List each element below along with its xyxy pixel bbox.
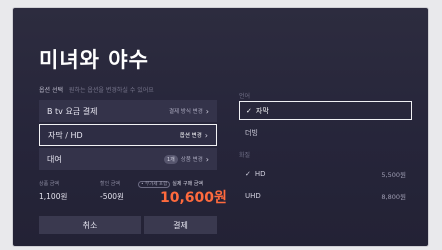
subtitle-quality-label: 자막 / HD: [48, 130, 83, 140]
total-block: • 부가세 포함 실제 구매 금액 10,600원: [138, 180, 227, 207]
check-icon: ✓: [245, 169, 251, 178]
rental-label: 대여: [47, 154, 62, 164]
pay-button[interactable]: 결제: [144, 216, 217, 234]
rental-count-badge: 1개: [164, 154, 178, 164]
language-option-subtitle[interactable]: ✓ 자막: [239, 101, 412, 120]
discount-block: 할인 금액 -500원: [100, 180, 124, 202]
cancel-button[interactable]: 취소: [39, 216, 141, 234]
subtitle-quality-action-text: 옵션 변경: [179, 133, 202, 139]
discount-value: -500원: [100, 192, 124, 201]
rental-action: 1개 상품 변경 ›: [164, 154, 209, 164]
quality-option-hd[interactable]: ✓ HD 5,500원: [239, 164, 412, 183]
option-section-label: 옵션 선택: [39, 87, 63, 94]
option-section-hint: 원하는 옵션을 변경하실 수 있어요: [68, 87, 154, 94]
discount-label: 할인 금액: [100, 181, 120, 187]
product-price-value: 1,100원: [39, 192, 68, 201]
rental-action-text: 상품 변경: [180, 157, 203, 163]
movie-title: 미녀와 야수: [39, 48, 149, 72]
quality-option-price: 8,800원: [381, 192, 406, 201]
total-value: 10,600원: [160, 190, 227, 206]
quality-section-label: 화질: [239, 152, 251, 159]
subtitle-quality-action: 옵션 변경 ›: [180, 131, 208, 140]
rental-option[interactable]: 대여 1개 상품 변경 ›: [39, 148, 217, 170]
product-price-label: 상품 금액: [39, 181, 59, 187]
language-option-label: 더빙: [245, 128, 258, 137]
quality-option-price: 5,500원: [381, 170, 406, 179]
payment-method-action-text: 결제 방식 변경: [168, 109, 203, 115]
quality-option-name: HD: [254, 169, 266, 178]
chevron-right-icon: ›: [205, 154, 209, 164]
option-section-header: 옵션 선택 원하는 옵션을 변경하실 수 있어요: [39, 85, 154, 94]
language-option-dub[interactable]: 더빙: [239, 123, 412, 142]
payment-method-action: 결제 방식 변경 ›: [169, 107, 209, 116]
language-section-label: 언어: [239, 93, 251, 100]
check-icon: ✓: [246, 106, 252, 115]
quality-option-name: UHD: [245, 191, 261, 200]
quality-option-uhd[interactable]: UHD 8,800원: [239, 186, 412, 205]
subtitle-quality-option[interactable]: 자막 / HD 옵션 변경 ›: [39, 124, 217, 146]
payment-method-option[interactable]: B tv 요금 결제 결제 방식 변경 ›: [39, 100, 217, 122]
chevron-right-icon: ›: [204, 130, 208, 140]
chevron-right-icon: ›: [205, 106, 209, 116]
language-option-label: 자막: [255, 106, 269, 115]
total-caption: • 부가세 포함 실제 구매 금액: [138, 180, 227, 188]
product-price-block: 상품 금액 1,100원: [39, 180, 67, 202]
payment-method-label: B tv 요금 결제: [47, 106, 98, 116]
